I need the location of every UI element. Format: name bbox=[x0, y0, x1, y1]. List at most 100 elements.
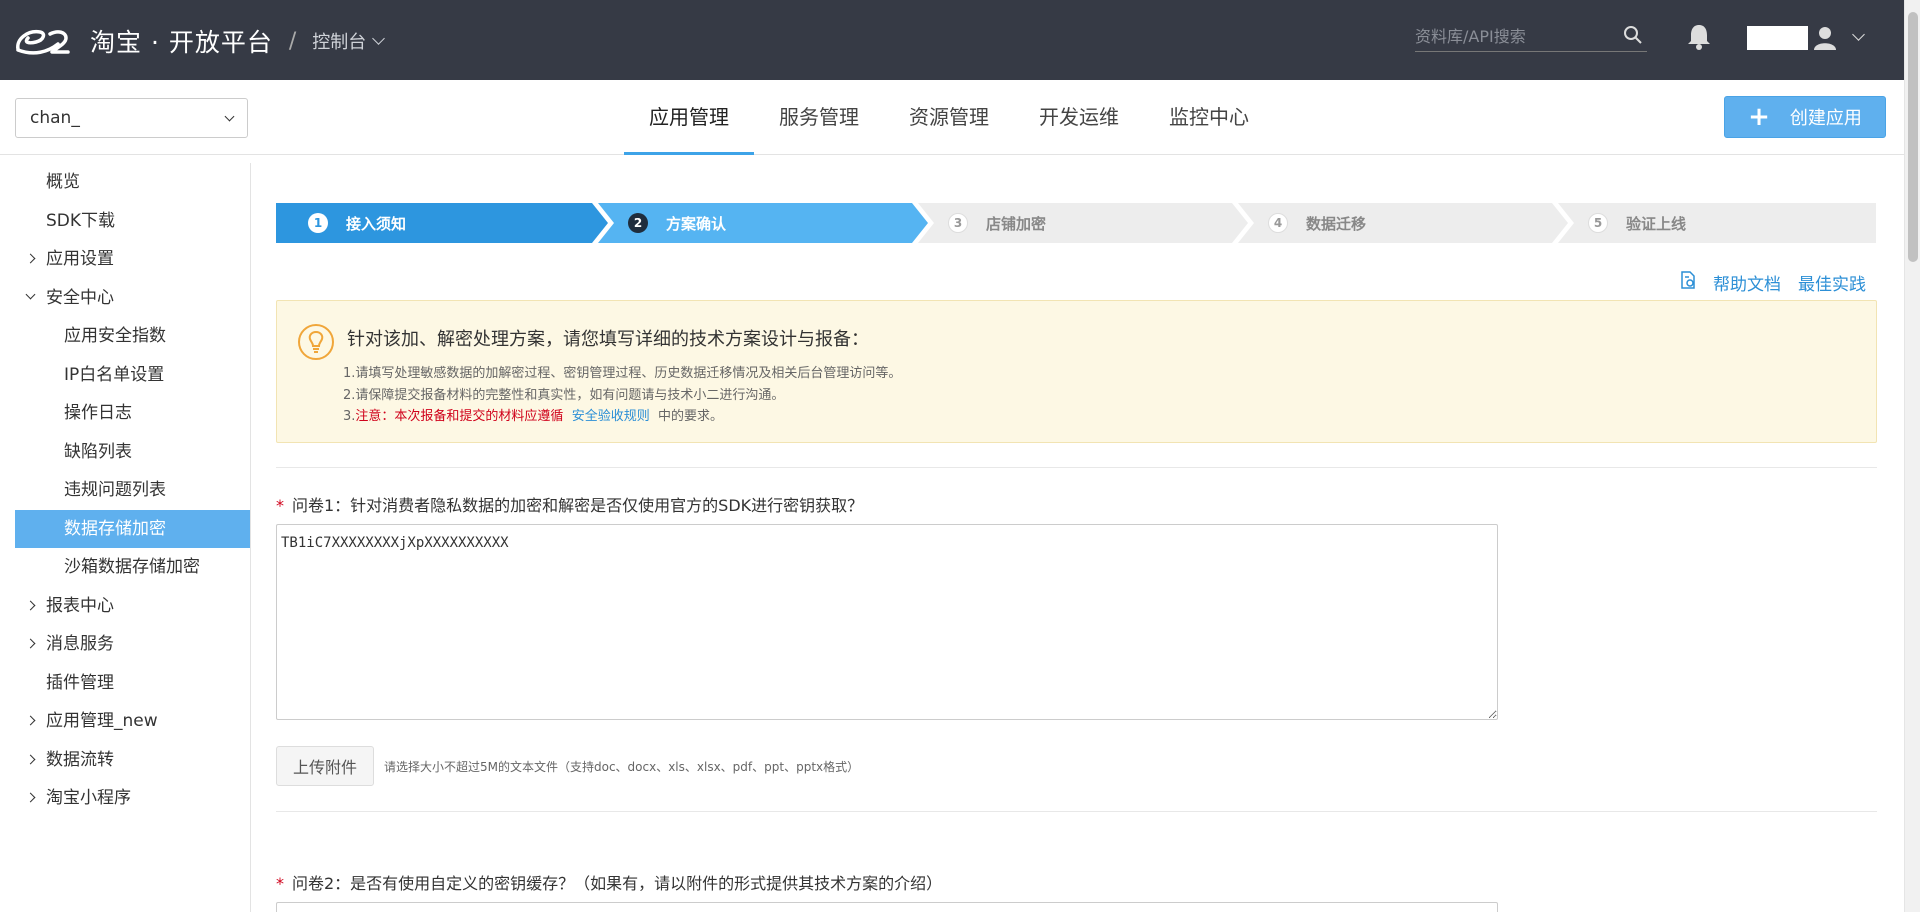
step-plan-confirm[interactable]: 2 方案确认 bbox=[628, 203, 726, 243]
divider bbox=[276, 467, 1877, 468]
app-select[interactable]: chan_ bbox=[15, 98, 248, 138]
required-mark: * bbox=[276, 496, 284, 515]
sidebar-item-plugin-management[interactable]: 插件管理 bbox=[0, 664, 250, 703]
nav-monitoring[interactable]: 监控中心 bbox=[1144, 80, 1274, 155]
chevron-right-icon bbox=[25, 715, 36, 726]
sidebar-item-label: 应用管理_new bbox=[46, 711, 158, 731]
chevron-down-icon bbox=[25, 289, 36, 299]
best-practice-link[interactable]: 最佳实践 bbox=[1798, 270, 1866, 295]
main-nav: 应用管理 服务管理 资源管理 开发运维 监控中心 bbox=[624, 80, 1274, 155]
sidebar-item-label: 应用设置 bbox=[46, 249, 114, 269]
nav-app-management[interactable]: 应用管理 bbox=[624, 80, 754, 155]
help-doc-link[interactable]: 帮助文档 bbox=[1713, 270, 1781, 295]
chevron-right-icon bbox=[25, 600, 36, 610]
sidebar-item-report-center[interactable]: 报表中心 bbox=[0, 587, 250, 626]
sidebar-item-sdk-download[interactable]: SDK下载 bbox=[0, 202, 250, 241]
step-label: 店铺加密 bbox=[986, 214, 1047, 233]
notice-line-3: 3.注意：本次报备和提交的材料应遵循 安全验收规则 中的要求。 bbox=[343, 406, 901, 428]
sidebar-item-label: 违规问题列表 bbox=[64, 480, 166, 500]
sidebar-item-label: 操作日志 bbox=[64, 403, 132, 423]
sidebar-item-label: 应用安全指数 bbox=[64, 326, 166, 346]
chevron-right-icon bbox=[25, 792, 36, 803]
nav-service-management[interactable]: 服务管理 bbox=[754, 80, 884, 155]
question-1-text: 问卷1：针对消费者隐私数据的加密和解密是否仅使用官方的SDK进行密钥获取？ bbox=[292, 496, 864, 515]
sidebar-item-label: 插件管理 bbox=[46, 672, 114, 693]
sidebar-item-label: 消息服务 bbox=[46, 634, 114, 654]
sidebar-item-label: 淘宝小程序 bbox=[46, 788, 131, 808]
user-icon[interactable] bbox=[1812, 25, 1838, 55]
brand-logo[interactable]: 淘宝 · 开放平台 / 控制台 bbox=[14, 22, 386, 60]
search-input[interactable] bbox=[1415, 22, 1615, 50]
notice-line-3-prefix: 3. bbox=[343, 409, 356, 424]
breadcrumb-separator: / bbox=[288, 28, 297, 54]
sidebar-item-message-service[interactable]: 消息服务 bbox=[0, 625, 250, 664]
chevron-right-icon bbox=[25, 638, 36, 649]
question-1-answer[interactable]: TB1iC7XXXXXXXXjXpXXXXXXXXXX bbox=[276, 524, 1498, 720]
notice-warning-text: 注意：本次报备和提交的材料应遵循 bbox=[355, 409, 564, 424]
sidebar-item-defect-list[interactable]: 缺陷列表 bbox=[0, 433, 250, 472]
step-number: 4 bbox=[1268, 213, 1288, 233]
top-bar: 淘宝 · 开放平台 / 控制台 bbox=[0, 0, 1904, 80]
scrollbar-thumb[interactable] bbox=[1908, 12, 1918, 262]
sidebar-item-label: 缺陷列表 bbox=[64, 441, 132, 462]
sidebar: 概览 SDK下载 应用设置 安全中心 应用安全指数 IP白名单设置 操作日志 缺… bbox=[0, 163, 251, 912]
sidebar-item-data-flow[interactable]: 数据流转 bbox=[0, 741, 250, 780]
step-number: 3 bbox=[948, 213, 968, 233]
sidebar-item-security-center[interactable]: 安全中心 bbox=[0, 279, 250, 318]
step-label: 数据迁移 bbox=[1306, 214, 1367, 233]
user-menu-chevron-icon[interactable] bbox=[1852, 28, 1865, 41]
step-verify-launch[interactable]: 5 验证上线 bbox=[1588, 203, 1686, 243]
api-search bbox=[1415, 22, 1647, 52]
notice-line-3-suffix: 中的要求。 bbox=[657, 409, 723, 424]
step-store-encryption[interactable]: 3 店铺加密 bbox=[948, 203, 1046, 243]
chevron-right-icon bbox=[25, 253, 36, 264]
sidebar-item-sandbox-storage-encryption[interactable]: 沙箱数据存储加密 bbox=[0, 548, 250, 587]
console-dropdown[interactable]: 控制台 bbox=[312, 28, 386, 54]
sidebar-item-data-storage-encryption[interactable]: 数据存储加密 bbox=[15, 509, 250, 548]
search-icon[interactable] bbox=[1623, 25, 1643, 49]
notice-lines: 1.请填写处理敏感数据的加解密过程、密钥管理过程、历史数据迁移情况及相关后台管理… bbox=[343, 363, 901, 428]
notice-line-2: 2.请保障提交报备材料的完整性和真实性，如有问题请与技术小二进行沟通。 bbox=[343, 387, 785, 403]
sidebar-item-label: 数据存储加密 bbox=[64, 518, 166, 539]
notice-line-1: 1.请填写处理敏感数据的加解密过程、密钥管理过程、历史数据迁移情况及相关后台管理… bbox=[343, 366, 902, 381]
sidebar-item-label: 数据流转 bbox=[46, 749, 114, 770]
question-1-label: * 问卷1：针对消费者隐私数据的加密和解密是否仅使用官方的SDK进行密钥获取？ bbox=[276, 492, 863, 516]
sidebar-item-app-settings[interactable]: 应用设置 bbox=[0, 240, 250, 279]
nav-resource-management[interactable]: 资源管理 bbox=[884, 80, 1014, 155]
sidebar-item-label: 沙箱数据存储加密 bbox=[64, 557, 200, 577]
sidebar-item-operation-log[interactable]: 操作日志 bbox=[0, 394, 250, 433]
security-acceptance-rules-link[interactable]: 安全验收规则 bbox=[572, 409, 650, 424]
bell-icon[interactable] bbox=[1686, 22, 1712, 54]
question-2-answer[interactable] bbox=[276, 902, 1498, 912]
upload-attachment-button[interactable]: 上传附件 bbox=[276, 746, 374, 786]
plus-icon: + bbox=[1748, 102, 1770, 132]
nav-devops[interactable]: 开发运维 bbox=[1014, 80, 1144, 155]
sidebar-item-security-index[interactable]: 应用安全指数 bbox=[0, 317, 250, 356]
console-label: 控制台 bbox=[312, 32, 367, 53]
page-scrollbar[interactable] bbox=[1904, 0, 1920, 912]
step-number: 5 bbox=[1588, 213, 1608, 233]
create-app-button[interactable]: + 创建应用 bbox=[1724, 96, 1886, 138]
brand-title: 淘宝 · 开放平台 bbox=[90, 28, 273, 57]
sidebar-item-label: 报表中心 bbox=[46, 595, 114, 616]
chevron-down-icon bbox=[372, 32, 386, 45]
notice-title: 针对该加、解密处理方案，请您填写详细的技术方案设计与报备： bbox=[347, 329, 869, 350]
step-label: 方案确认 bbox=[666, 214, 727, 233]
sidebar-item-ip-whitelist[interactable]: IP白名单设置 bbox=[0, 356, 250, 395]
step-label: 接入须知 bbox=[346, 214, 407, 233]
taobao-logo-icon bbox=[16, 29, 70, 55]
sidebar-item-label: SDK下载 bbox=[46, 210, 116, 231]
sidebar-item-label: IP白名单设置 bbox=[64, 364, 165, 385]
step-label: 验证上线 bbox=[1626, 214, 1687, 233]
sidebar-item-overview[interactable]: 概览 bbox=[0, 163, 250, 202]
step-number: 1 bbox=[308, 213, 328, 233]
divider bbox=[276, 811, 1877, 812]
question-2-label: * 问卷2：是否有使用自定义的密钥缓存？（如果有，请以附件的形式提供其技术方案的介… bbox=[276, 870, 942, 894]
sidebar-item-label: 概览 bbox=[46, 172, 80, 192]
sidebar-item-violation-list[interactable]: 违规问题列表 bbox=[0, 471, 250, 510]
step-access-notice[interactable]: 1 接入须知 bbox=[308, 203, 406, 243]
step-data-migration[interactable]: 4 数据迁移 bbox=[1268, 203, 1366, 243]
sidebar-item-taobao-miniapp[interactable]: 淘宝小程序 bbox=[0, 779, 250, 818]
sidebar-item-app-management-new[interactable]: 应用管理_new bbox=[0, 702, 250, 741]
username-box[interactable] bbox=[1747, 26, 1808, 50]
